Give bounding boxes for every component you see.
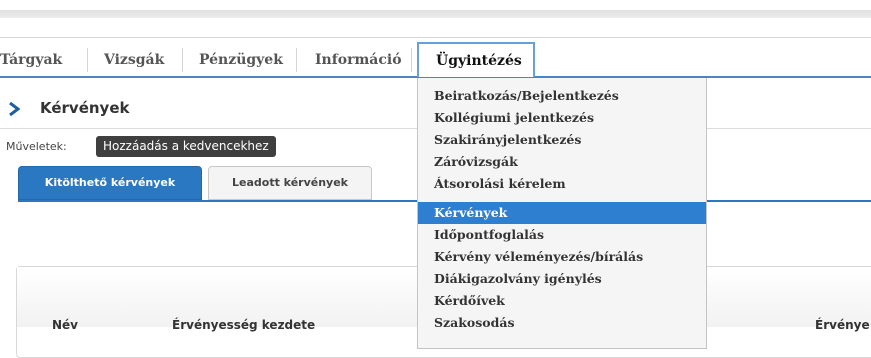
column-header-valid-from[interactable]: Érvényesség kezdete	[172, 318, 315, 332]
nav-item-penzugyek[interactable]: Pénzügyek	[199, 44, 283, 76]
top-band	[0, 10, 871, 18]
tab-fillable-requests[interactable]: Kitölthető kérvények	[18, 166, 202, 200]
menu-item-kollegiumi-jelentkezes[interactable]: Kollégiumi jelentkezés	[418, 107, 706, 129]
menu-item-kerdoivek[interactable]: Kérdőívek	[418, 290, 706, 312]
tab-submitted-requests[interactable]: Leadott kérvények	[208, 166, 372, 200]
nav-separator	[182, 48, 183, 72]
nav-item-ugyintezes[interactable]: Ügyintézés	[417, 42, 535, 77]
nav-top-divider	[0, 37, 871, 38]
menu-item-kervenyek[interactable]: Kérvények	[418, 202, 706, 224]
menu-item-szakosodas[interactable]: Szakosodás	[418, 312, 706, 334]
menu-item-zarovizsgak[interactable]: Záróvizsgák	[418, 151, 706, 173]
page-header: Kérvények	[0, 92, 420, 126]
menu-item-diakigazolvany-igenyles[interactable]: Diákigazolvány igénylés	[418, 268, 706, 290]
nav-separator	[411, 48, 412, 72]
menu-item-kerveny-velemenyezes[interactable]: Kérvény véleményezés/bírálás	[418, 246, 706, 268]
column-header-name[interactable]: Név	[52, 318, 78, 332]
actions-label: Műveletek:	[6, 140, 67, 153]
nav-separator	[296, 48, 297, 72]
add-to-favorites-button[interactable]: Hozzáadás a kedvencekhez	[96, 136, 276, 157]
nav-item-vizsgak[interactable]: Vizsgák	[104, 44, 164, 76]
nav-item-informacio[interactable]: Információ	[315, 44, 402, 76]
column-header-valid-until[interactable]: Érvénye	[815, 318, 870, 332]
chevron-right-icon	[8, 101, 21, 120]
menu-item-atsorolasi-kerelem[interactable]: Átsorolási kérelem	[418, 173, 706, 195]
page-title: Kérvények	[40, 99, 130, 117]
menu-item-idopontfoglalas[interactable]: Időpontfoglalás	[418, 224, 706, 246]
menu-item-szakiranyjelentkezes[interactable]: Szakirányjelentkezés	[418, 129, 706, 151]
nav-separator	[87, 48, 88, 72]
ugyintezes-dropdown-menu: Beiratkozás/Bejelentkezés Kollégiumi jel…	[417, 78, 707, 349]
menu-item-beiratkozas[interactable]: Beiratkozás/Bejelentkezés	[418, 85, 706, 107]
nav-item-targyak[interactable]: Tárgyak	[0, 44, 62, 76]
main-nav: Tárgyak Vizsgák Pénzügyek Információ Ügy…	[0, 42, 871, 78]
